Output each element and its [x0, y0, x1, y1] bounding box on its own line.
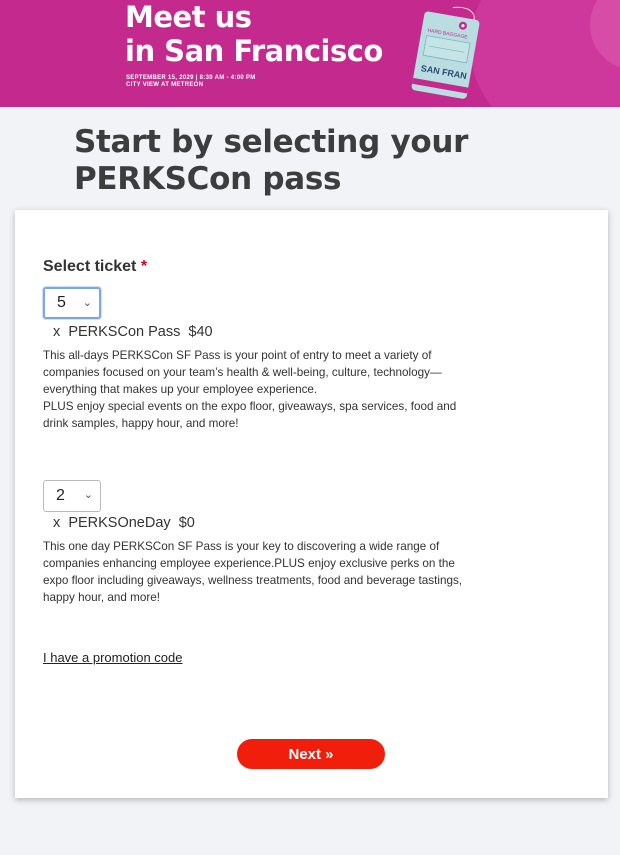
description-line: drink samples, happy hour, and more!: [43, 417, 239, 430]
ticket-price: $40: [188, 324, 213, 340]
ticket-multiplier: x: [53, 324, 61, 340]
quantity-select-perkscon-pass[interactable]: 5 ⌄: [43, 287, 101, 319]
description-line: This one day PERKSCon SF Pass is your ke…: [43, 540, 440, 553]
page-title-line1: Start by selecting your: [74, 124, 469, 160]
quantity-value: 5: [57, 294, 66, 311]
ticket-name-perkscon-pass: x PERKSCon Pass $40: [53, 324, 213, 340]
event-banner: Meet us in San Francisco SEPTEMBER 15, 2…: [0, 0, 620, 107]
promotion-code-link[interactable]: I have a promotion code: [43, 650, 182, 665]
ticket-description-perkscon-pass: This all-days PERKSCon SF Pass is your p…: [43, 347, 591, 432]
ticket-name-perksoneday: x PERKSOneDay $0: [53, 515, 195, 531]
banner-title-line1: Meet us: [125, 0, 252, 34]
ticket-price: $0: [178, 515, 195, 531]
banner-title: Meet us in San Francisco: [125, 0, 383, 68]
quantity-value: 2: [56, 487, 65, 504]
luggage-tag-icon: HARD BAGGAGE SAN FRAN: [411, 6, 480, 99]
banner-date: SEPTEMBER 15, 2029 | 8:30 AM - 4:00 PM: [126, 75, 256, 81]
ticket-multiplier: x: [53, 515, 61, 531]
description-line: expo floor including giveaways, wellness…: [43, 574, 463, 587]
chevron-down-icon: ⌄: [83, 489, 93, 501]
page-title-line2: PERKSCon pass: [74, 161, 342, 197]
description-line: everything that makes up your employee e…: [43, 383, 318, 396]
banner-venue: CITY VIEW AT METREON: [126, 82, 204, 88]
ticket-description-perksoneday: This one day PERKSCon SF Pass is your ke…: [43, 538, 591, 606]
banner-event-info: SEPTEMBER 15, 2029 | 8:30 AM - 4:00 PM C…: [126, 75, 256, 89]
ticket-form-card: Select ticket * 5 ⌄ x PERKSCon Pass $40 …: [15, 210, 608, 798]
banner-title-line2: in San Francisco: [125, 34, 383, 68]
description-line: happy hour, and more!: [43, 591, 160, 604]
page-title: Start by selecting your PERKSCon pass: [74, 124, 468, 198]
required-marker: *: [140, 258, 148, 275]
chevron-down-icon: ⌄: [82, 297, 92, 309]
next-button[interactable]: Next »: [237, 739, 385, 769]
select-ticket-label: Select ticket *: [43, 258, 147, 276]
ticket-title: PERKSOneDay: [68, 515, 171, 531]
quantity-select-perksoneday[interactable]: 2 ⌄: [43, 480, 101, 512]
ticket-title: PERKSCon Pass: [68, 324, 181, 340]
select-ticket-text: Select ticket: [43, 258, 137, 275]
description-line: companies focused on your team’s health …: [43, 366, 442, 379]
description-line: companies enhancing employee experience.…: [43, 557, 455, 570]
description-line: PLUS enjoy special events on the expo fl…: [43, 400, 457, 413]
description-line: This all-days PERKSCon SF Pass is your p…: [43, 349, 432, 362]
